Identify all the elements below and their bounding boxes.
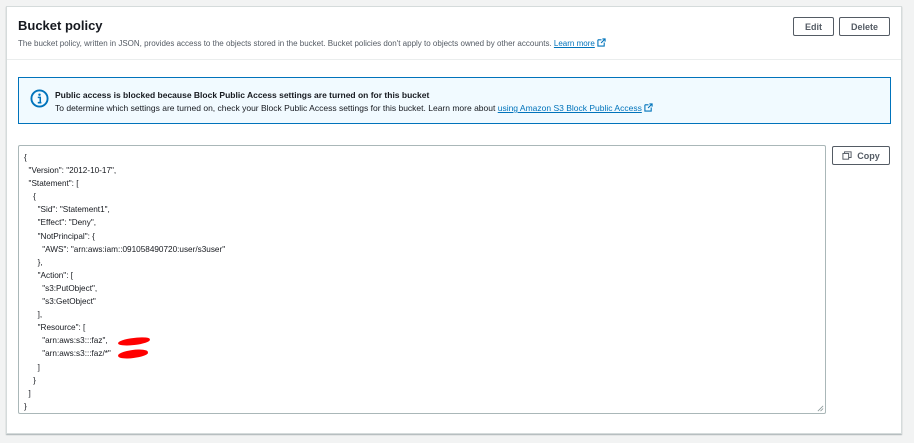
info-circle-icon [30, 89, 49, 108]
page-title: Bucket policy [18, 18, 103, 33]
alert-title: Public access is blocked because Block P… [55, 90, 430, 100]
external-link-icon [597, 38, 606, 47]
panel-description: The bucket policy, written in JSON, prov… [18, 38, 606, 48]
learn-more-label: Learn more [553, 39, 595, 48]
bucket-policy-panel: Bucket policy The bucket policy, written… [6, 6, 902, 434]
copy-label: Copy [857, 150, 880, 161]
policy-json-editor[interactable]: { "Version": "2012-10-17", "Statement": … [18, 145, 826, 414]
copy-button[interactable]: Copy [832, 146, 890, 165]
policy-json-code[interactable]: { "Version": "2012-10-17", "Statement": … [24, 151, 225, 413]
learn-more-link[interactable]: Learn more [553, 38, 606, 48]
delete-button[interactable]: Delete [839, 17, 890, 36]
edit-button[interactable]: Edit [793, 17, 834, 36]
copy-icon [842, 151, 852, 160]
resize-handle-icon[interactable] [817, 405, 824, 412]
description-text: The bucket policy, written in JSON, prov… [18, 39, 552, 48]
panel-header: Bucket policy The bucket policy, written… [7, 7, 901, 60]
block-public-access-link-label: using Amazon S3 Block Public Access [497, 103, 642, 113]
block-public-access-alert: Public access is blocked because Block P… [18, 77, 891, 124]
alert-body-text: To determine which settings are turned o… [55, 103, 496, 113]
external-link-icon [644, 103, 653, 112]
alert-body: To determine which settings are turned o… [55, 103, 653, 113]
block-public-access-link[interactable]: using Amazon S3 Block Public Access [498, 103, 653, 113]
